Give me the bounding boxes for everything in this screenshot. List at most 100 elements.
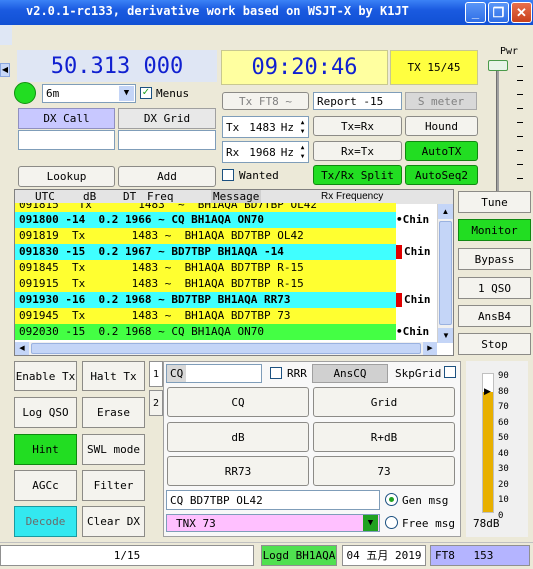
table-row[interactable]: 091830 -15 0.2 1967 ~ BD7TBP BH1AQA -14 bbox=[15, 244, 396, 260]
tab-2[interactable]: 2 bbox=[149, 390, 163, 416]
tune-button[interactable]: Tune bbox=[458, 191, 531, 213]
meter-scale: 90 80 70 60 50 40 30 20 10 0 bbox=[496, 368, 526, 521]
hscroll-thumb[interactable] bbox=[31, 343, 421, 354]
chevron-down-icon[interactable]: ▼ bbox=[363, 515, 378, 531]
scroll-thumb[interactable] bbox=[439, 221, 452, 325]
wanted-checkbox[interactable] bbox=[222, 169, 234, 181]
scroll-up-icon[interactable]: ▲ bbox=[438, 204, 453, 219]
hint-button[interactable]: Hint bbox=[14, 434, 77, 465]
spinner-icon[interactable]: ▲ ▼ bbox=[298, 143, 307, 161]
cq-button[interactable]: CQ bbox=[167, 387, 309, 417]
table-row[interactable]: 091915 Tx 1483 ~ BH1AQA BD7TBP R-15 bbox=[15, 276, 396, 292]
b73-button[interactable]: 73 bbox=[313, 456, 455, 486]
table-row[interactable]: 091819 Tx 1483 ~ BH1AQA BD7TBP OL42 bbox=[15, 228, 396, 244]
scroll-left-icon[interactable]: ◀ bbox=[15, 342, 29, 355]
free-msg-value: TNX 73 bbox=[176, 516, 216, 530]
autotx-button[interactable]: AutoTX bbox=[405, 141, 478, 161]
meter-tick-label: 50 bbox=[498, 433, 509, 444]
frequency-value: 50.313 000 bbox=[50, 53, 184, 79]
decode-button[interactable]: Decode bbox=[14, 506, 77, 537]
tx-freq-spinbox[interactable]: Tx 1483 Hz ▲ ▼ bbox=[222, 116, 309, 138]
spinner-icon[interactable]: ▲ ▼ bbox=[298, 118, 307, 136]
erase-button[interactable]: Erase bbox=[82, 397, 145, 428]
lookup-button[interactable]: Lookup bbox=[18, 166, 115, 187]
table-row[interactable]: 091930 -16 0.2 1968 ~ BD7TBP BH1AQA RR73 bbox=[15, 292, 396, 308]
halt-tx-button[interactable]: Halt Tx bbox=[82, 361, 145, 391]
mode-status-count: 153 bbox=[473, 549, 494, 562]
cq-field-prefix: CQ bbox=[167, 365, 187, 382]
tx-indicator-light bbox=[14, 82, 36, 104]
menus-checkbox[interactable]: ✓ bbox=[140, 87, 152, 99]
col-rx-frequency: Rx Frequency bbox=[321, 191, 384, 202]
free-msg-radio[interactable] bbox=[385, 516, 398, 529]
free-msg-label: Free msg bbox=[402, 517, 455, 530]
r-db-button[interactable]: R+dB bbox=[313, 422, 455, 452]
filter-button[interactable]: Filter bbox=[82, 470, 145, 501]
bypass-button[interactable]: Bypass bbox=[458, 248, 531, 270]
dx-call-input[interactable] bbox=[18, 130, 115, 150]
rx-frequency-text: Chin bbox=[404, 293, 431, 306]
close-button[interactable]: ✕ bbox=[511, 2, 532, 23]
autoseq2-button[interactable]: AutoSeq2 bbox=[405, 165, 478, 185]
table-row[interactable]: 091945 Tx 1483 ~ BH1AQA BD7TBP 73 bbox=[15, 308, 396, 324]
col-message: Message bbox=[211, 190, 262, 204]
tx-eq-rx-button[interactable]: Tx=Rx bbox=[313, 116, 402, 136]
radio-dot bbox=[389, 497, 394, 502]
report-spinbox[interactable]: Report -15 bbox=[313, 92, 402, 110]
pwr-label: Pwr bbox=[500, 46, 519, 57]
dx-grid-header: DX Grid bbox=[118, 108, 216, 129]
monitor-button[interactable]: Monitor bbox=[458, 219, 531, 241]
ansb4-button[interactable]: AnsB4 bbox=[458, 305, 531, 327]
gen-msg-radio[interactable] bbox=[385, 493, 398, 506]
table-row[interactable]: 091800 -14 0.2 1966 ~ CQ BH1AQA ON70 bbox=[15, 212, 396, 228]
rr73-button[interactable]: RR73 bbox=[167, 456, 309, 486]
table-row-partial[interactable]: 091815 Tx 1483 ~ BH1AQA BD7TBP OL42 bbox=[15, 203, 396, 212]
meter-tick-label: 40 bbox=[498, 448, 509, 459]
table-row[interactable]: 092030 -15 0.2 1968 ~ CQ BH1AQA ON70 bbox=[15, 324, 396, 340]
band-value: 6m bbox=[46, 87, 60, 100]
table-scrollbar[interactable]: ▲ ▼ bbox=[437, 204, 453, 343]
marker-icon bbox=[396, 245, 402, 259]
swl-mode-button[interactable]: SWL mode bbox=[82, 434, 145, 465]
menus-label: Menus bbox=[156, 87, 190, 100]
left-scroll-arrow[interactable]: ◀ bbox=[0, 63, 10, 77]
gen-msg-field[interactable]: CQ BD7TBP OL42 bbox=[166, 490, 380, 510]
tx-mode-button[interactable]: Tx FT8 ~ bbox=[222, 92, 309, 110]
cq-field[interactable]: CQ bbox=[166, 364, 262, 383]
pwr-slider-track[interactable] bbox=[496, 62, 499, 192]
scroll-down-icon[interactable]: ▼ bbox=[438, 328, 453, 343]
agcc-button[interactable]: AGCc bbox=[14, 470, 77, 501]
title-bar: v2.0.1-rc133, derivative work based on W… bbox=[0, 0, 533, 25]
free-msg-field[interactable]: TNX 73 ▼ bbox=[166, 514, 380, 532]
anscq-button[interactable]: AnsCQ bbox=[312, 364, 388, 383]
tx-freq-unit: Hz bbox=[280, 120, 294, 134]
minimize-button[interactable]: _ bbox=[465, 2, 486, 23]
band-select[interactable]: 6m ▼ bbox=[42, 84, 136, 103]
stop-button[interactable]: Stop bbox=[458, 333, 531, 355]
one-qso-button[interactable]: 1 QSO bbox=[458, 277, 531, 299]
add-button[interactable]: Add bbox=[118, 166, 216, 187]
hound-button[interactable]: Hound bbox=[405, 116, 478, 136]
tab-1[interactable]: 1 bbox=[149, 361, 163, 387]
rrr-checkbox[interactable] bbox=[270, 367, 282, 379]
db-button[interactable]: dB bbox=[167, 422, 309, 452]
meter-db-value: 78dB bbox=[473, 517, 500, 530]
pwr-slider-handle[interactable] bbox=[488, 60, 508, 71]
clear-dx-button[interactable]: Clear DX bbox=[82, 506, 145, 537]
grid-button[interactable]: Grid bbox=[313, 387, 455, 417]
maximize-button[interactable]: ❐ bbox=[488, 2, 509, 23]
dx-grid-input[interactable] bbox=[118, 130, 216, 150]
skpgrid-checkbox[interactable] bbox=[444, 366, 456, 378]
rx-eq-tx-button[interactable]: Rx=Tx bbox=[313, 141, 402, 161]
table-hscrollbar[interactable]: ◀ ▶ bbox=[15, 342, 437, 355]
log-qso-button[interactable]: Log QSO bbox=[14, 397, 77, 428]
table-row[interactable]: 091845 Tx 1483 ~ BH1AQA BD7TBP R-15 bbox=[15, 260, 396, 276]
chevron-down-icon[interactable]: ▼ bbox=[119, 86, 134, 101]
rx-freq-spinbox[interactable]: Rx 1968 Hz ▲ ▼ bbox=[222, 141, 309, 163]
col-utc: UTC bbox=[35, 190, 55, 203]
scroll-right-icon[interactable]: ▶ bbox=[423, 342, 437, 355]
enable-tx-button[interactable]: Enable Tx bbox=[14, 361, 77, 391]
tx-freq-value: 1483 bbox=[249, 120, 276, 134]
tx-rx-split-button[interactable]: Tx/Rx Split bbox=[313, 165, 402, 185]
dx-call-header: DX Call bbox=[18, 108, 115, 129]
